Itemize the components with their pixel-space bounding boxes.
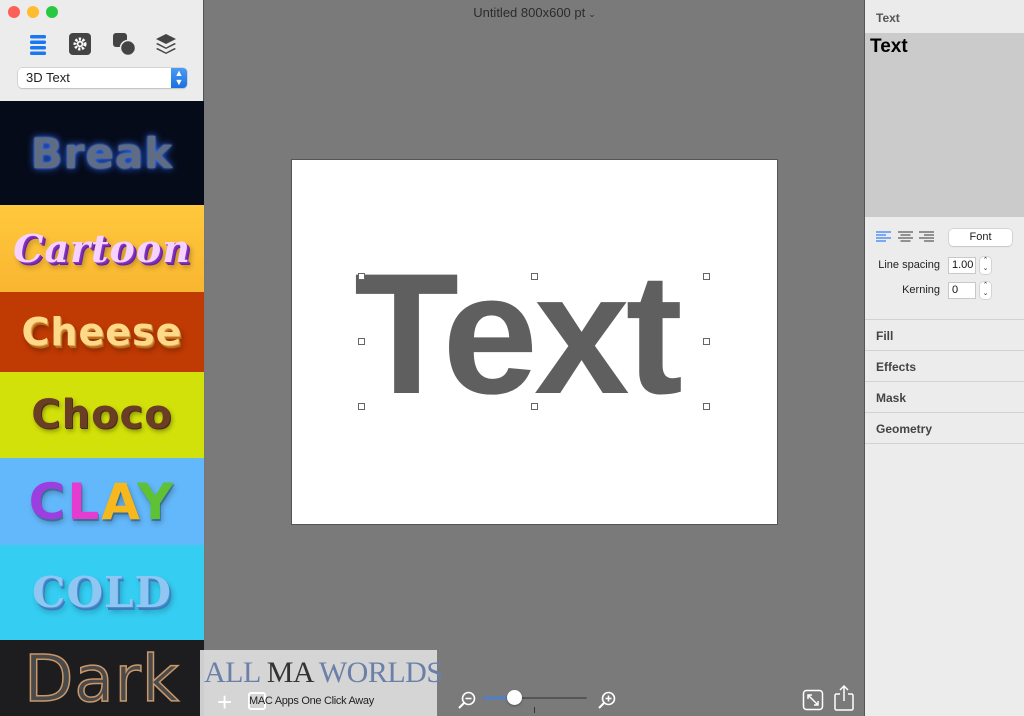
fit-to-window-icon[interactable] [802, 689, 824, 716]
zoom-window-button[interactable] [46, 6, 58, 18]
style-tile-label: Dark [23, 642, 180, 716]
watermark-title-left: ALL [204, 656, 267, 689]
section-geometry[interactable]: Geometry [865, 412, 1024, 443]
chevron-down-icon: ⌄ [588, 9, 596, 19]
kerning-label: Kerning [902, 284, 940, 296]
watermark-title-right: WORLDS [312, 656, 443, 689]
zoom-in-icon[interactable] [597, 690, 617, 715]
line-spacing-stepper[interactable]: ⌃ ⌄ [980, 257, 991, 274]
text-preview-content: Text [870, 36, 908, 57]
resize-handle-top-left[interactable] [358, 273, 365, 280]
resize-handle-bottom[interactable] [531, 403, 538, 410]
style-tile-choco[interactable]: Choco [0, 372, 204, 458]
font-button[interactable]: Font [949, 229, 1012, 246]
zoom-slider-tick [534, 707, 535, 713]
section-divider [865, 443, 1024, 444]
style-tile-label: COLD [32, 568, 172, 617]
shapes-icon[interactable] [112, 32, 137, 57]
zoom-out-icon[interactable] [457, 690, 477, 715]
resize-handle-bottom-left[interactable] [358, 403, 365, 410]
section-mask[interactable]: Mask [865, 381, 1024, 412]
category-select-value: 3D Text [26, 70, 70, 85]
style-tile-label: Cartoon [13, 226, 191, 271]
canvas-area: Untitled 800x600 pt ⌄ Text [205, 0, 864, 716]
layers-icon[interactable] [154, 32, 178, 56]
align-right-icon[interactable] [919, 230, 934, 242]
resize-handle-bottom-right[interactable] [703, 403, 710, 410]
style-tile-cold[interactable]: COLD [0, 545, 204, 640]
line-spacing-label: Line spacing [878, 259, 940, 271]
style-tile-clay[interactable]: CLAY [0, 458, 204, 545]
inspector-panel: Text Text Font Line spacing 1.00 ⌃ ⌄ Kern… [864, 0, 1024, 716]
watermark-overlay: ALL MA WORLDS + MAC Apps One Click Away [200, 650, 443, 716]
resize-handle-top[interactable] [531, 273, 538, 280]
resize-handle-left[interactable] [358, 338, 365, 345]
style-tile-label: Choco [31, 392, 173, 438]
align-left-icon[interactable] [876, 230, 891, 242]
document-title-text: Untitled 800x600 pt [473, 5, 586, 20]
style-tile-label: CLAY [29, 473, 176, 531]
chevron-updown-icon: ▲ ▼ [171, 68, 187, 88]
style-tile-cartoon[interactable]: Cartoon [0, 205, 204, 292]
category-select[interactable]: 3D Text ▲ ▼ [18, 68, 187, 88]
close-window-button[interactable] [8, 6, 20, 18]
style-list: Break Cartoon Cheese Choco CLAY COLD Dar… [0, 101, 204, 716]
clay-letter: L [67, 472, 102, 531]
zoom-slider[interactable] [483, 690, 587, 705]
style-tile-cheese[interactable]: Cheese [0, 292, 204, 372]
resize-handle-top-right[interactable] [703, 273, 710, 280]
kerning-stepper[interactable]: ⌃ ⌄ [980, 282, 991, 299]
align-center-icon[interactable] [898, 230, 913, 242]
document-canvas[interactable]: Text [291, 159, 778, 525]
text-preview[interactable]: Text [865, 33, 1024, 217]
watermark-title-mid: MA [266, 656, 313, 689]
canvas-text-layer[interactable]: Text [354, 248, 683, 420]
share-icon[interactable] [833, 684, 855, 716]
watermark-title: ALL MA WORLDS [204, 656, 443, 690]
style-tile-dark[interactable]: Dark [0, 640, 204, 716]
list-icon[interactable] [26, 32, 50, 56]
sidebar: 3D Text ▲ ▼ Break Cartoon Cheese Choco CL… [0, 0, 204, 716]
line-spacing-input[interactable]: 1.00 [948, 257, 976, 274]
style-tile-label: Cheese [21, 310, 183, 354]
section-fill[interactable]: Fill [865, 319, 1024, 350]
zoom-slider-thumb[interactable] [507, 690, 523, 705]
minimize-window-button[interactable] [27, 6, 39, 18]
watermark-subtitle: MAC Apps One Click Away [249, 695, 374, 707]
section-effects[interactable]: Effects [865, 350, 1024, 381]
clay-letter: C [28, 472, 68, 531]
inspector-header: Text [865, 0, 1024, 33]
document-title[interactable]: Untitled 800x600 pt ⌄ [205, 5, 864, 20]
kerning-input[interactable]: 0 [948, 282, 976, 299]
add-icon[interactable]: + [217, 687, 232, 716]
style-tile-break[interactable]: Break [0, 101, 204, 205]
gear-icon[interactable] [68, 32, 92, 56]
resize-handle-right[interactable] [703, 338, 710, 345]
clay-letter: A [101, 472, 138, 531]
style-tile-label: Break [30, 128, 174, 178]
clay-letter: Y [137, 472, 176, 531]
